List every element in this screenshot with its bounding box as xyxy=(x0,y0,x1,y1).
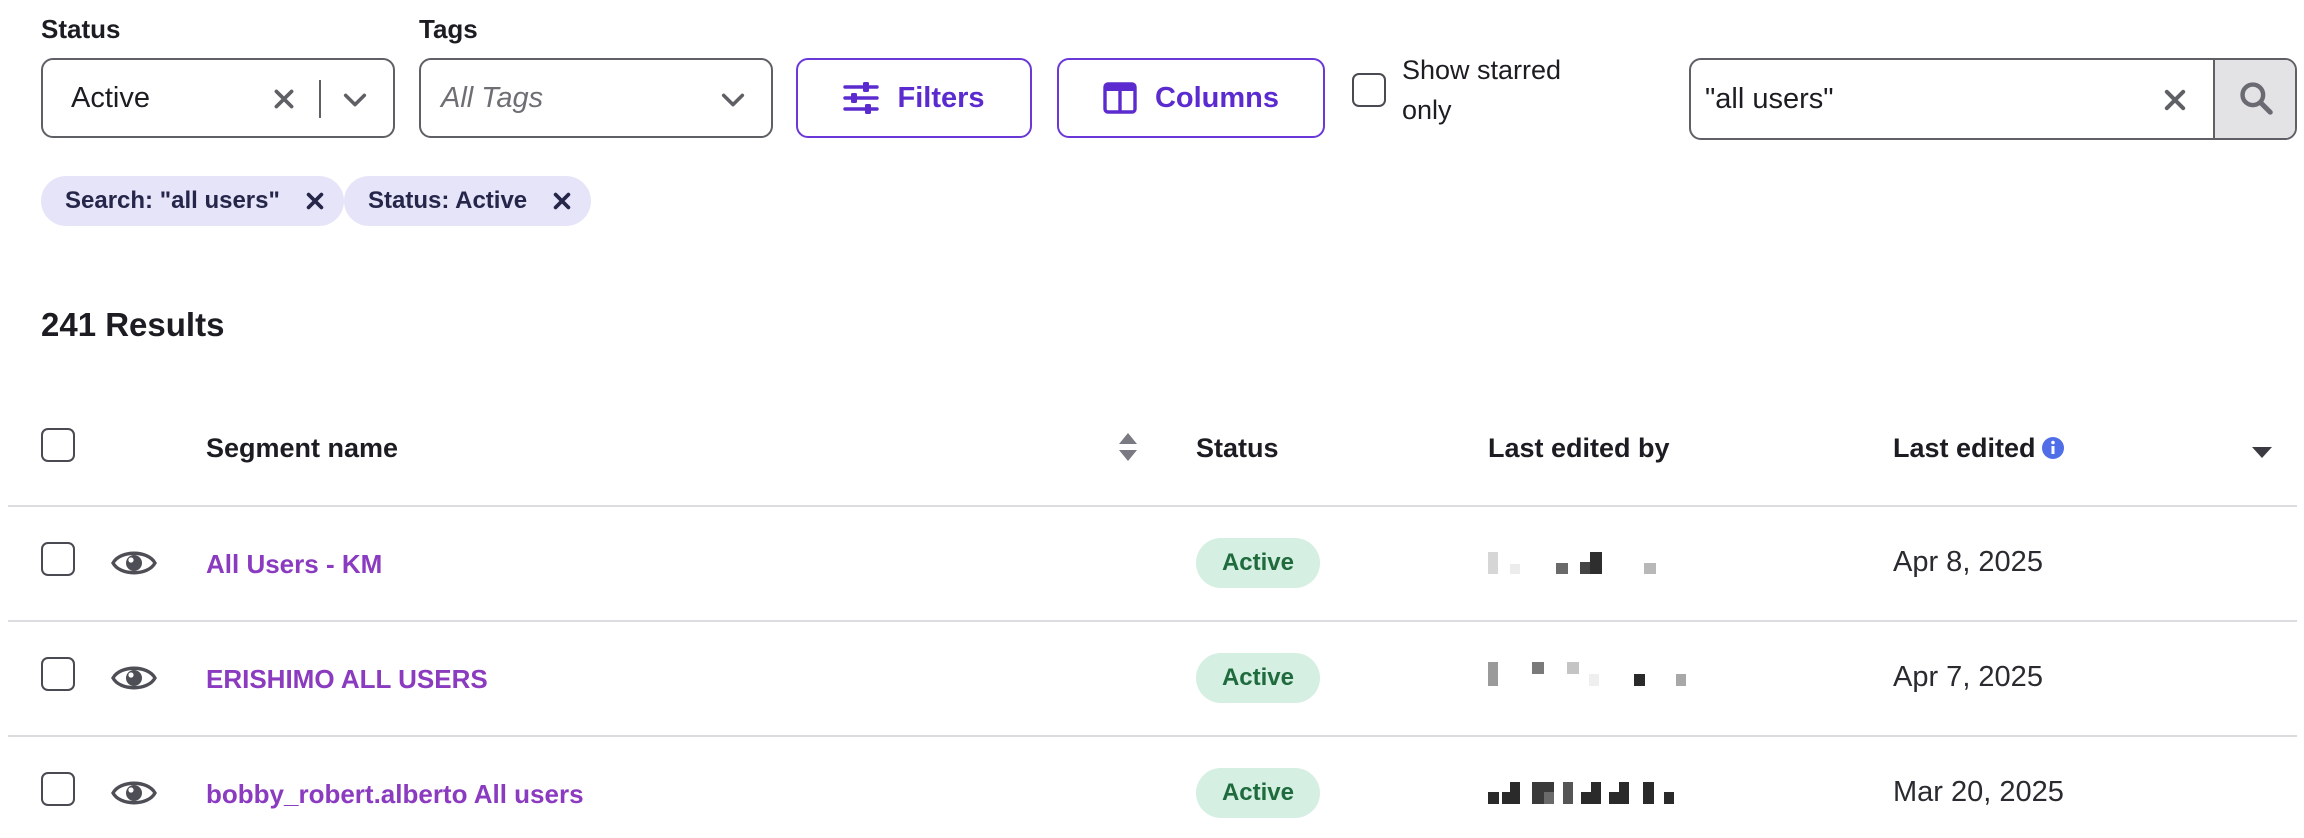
status-badge: Active xyxy=(1196,768,1320,818)
last-edited-date: Apr 7, 2025 xyxy=(1893,661,2043,693)
status-badge: Active xyxy=(1196,538,1320,588)
status-filter-label: Status xyxy=(41,14,121,44)
row-divider xyxy=(8,735,2297,737)
select-all-checkbox[interactable] xyxy=(41,428,75,462)
segment-name-link[interactable]: All Users - KM xyxy=(206,549,382,580)
status-badge: Active xyxy=(1196,653,1320,703)
close-icon[interactable] xyxy=(271,86,297,112)
tags-filter-select[interactable]: All Tags xyxy=(419,58,773,138)
status-filter-chip: Status: Active xyxy=(344,176,592,226)
columns-button[interactable]: Columns xyxy=(1057,58,1325,138)
info-icon[interactable] xyxy=(2041,436,2065,460)
eye-icon[interactable] xyxy=(111,660,157,696)
search-input[interactable] xyxy=(1705,60,2145,138)
segment-name-link[interactable]: ERISHIMO ALL USERS xyxy=(206,664,488,695)
segments-page: Status Active Tags All Tags Filters Colu… xyxy=(0,0,2304,838)
close-icon[interactable] xyxy=(304,190,326,212)
chip-label: Status: Active xyxy=(368,187,528,214)
eye-icon[interactable] xyxy=(111,545,157,581)
search-button[interactable] xyxy=(2213,60,2295,138)
caret-down-icon[interactable] xyxy=(2250,444,2274,460)
chip-label: Search: "all users" xyxy=(65,187,280,214)
filters-button[interactable]: Filters xyxy=(796,58,1032,138)
column-header-status: Status xyxy=(1196,433,1279,463)
redacted-editor-name xyxy=(1488,662,1686,686)
close-icon[interactable] xyxy=(551,190,573,212)
status-filter-value: Active xyxy=(71,82,150,114)
columns-button-label: Columns xyxy=(1154,81,1280,114)
tags-filter-label: Tags xyxy=(419,14,478,44)
column-header-last-edited-by: Last edited by xyxy=(1488,433,1670,463)
eye-icon[interactable] xyxy=(111,775,157,811)
search-icon xyxy=(2240,82,2273,115)
column-header-segment-name[interactable]: Segment name xyxy=(206,433,398,464)
search-field[interactable] xyxy=(1689,58,2297,140)
row-checkbox[interactable] xyxy=(41,772,75,806)
row-divider xyxy=(8,620,2297,622)
close-icon[interactable] xyxy=(2161,86,2189,114)
segment-name-link[interactable]: bobby_robert.alberto All users xyxy=(206,779,584,810)
sliders-icon xyxy=(843,82,880,114)
select-separator xyxy=(319,80,321,118)
row-divider xyxy=(8,505,2297,507)
redacted-editor-name xyxy=(1488,552,1656,574)
show-starred-label: Show starred only xyxy=(1402,55,1562,125)
search-filter-chip: Search: "all users" xyxy=(41,176,344,226)
last-edited-date: Mar 20, 2025 xyxy=(1893,776,2064,808)
last-edited-date: Apr 8, 2025 xyxy=(1893,546,2043,578)
filters-button-label: Filters xyxy=(897,81,985,114)
sort-icon[interactable] xyxy=(1116,430,1140,464)
column-header-last-edited[interactable]: Last edited xyxy=(1893,433,2036,464)
chevron-down-icon[interactable] xyxy=(341,86,369,114)
redacted-editor-name xyxy=(1488,782,1674,804)
show-starred-checkbox[interactable] xyxy=(1352,73,1386,107)
results-count: 241 Results xyxy=(41,306,225,343)
row-checkbox[interactable] xyxy=(41,657,75,691)
row-checkbox[interactable] xyxy=(41,542,75,576)
tags-filter-placeholder: All Tags xyxy=(441,82,544,114)
status-filter-select[interactable]: Active xyxy=(41,58,395,138)
columns-icon xyxy=(1103,82,1137,114)
chevron-down-icon[interactable] xyxy=(719,86,747,114)
